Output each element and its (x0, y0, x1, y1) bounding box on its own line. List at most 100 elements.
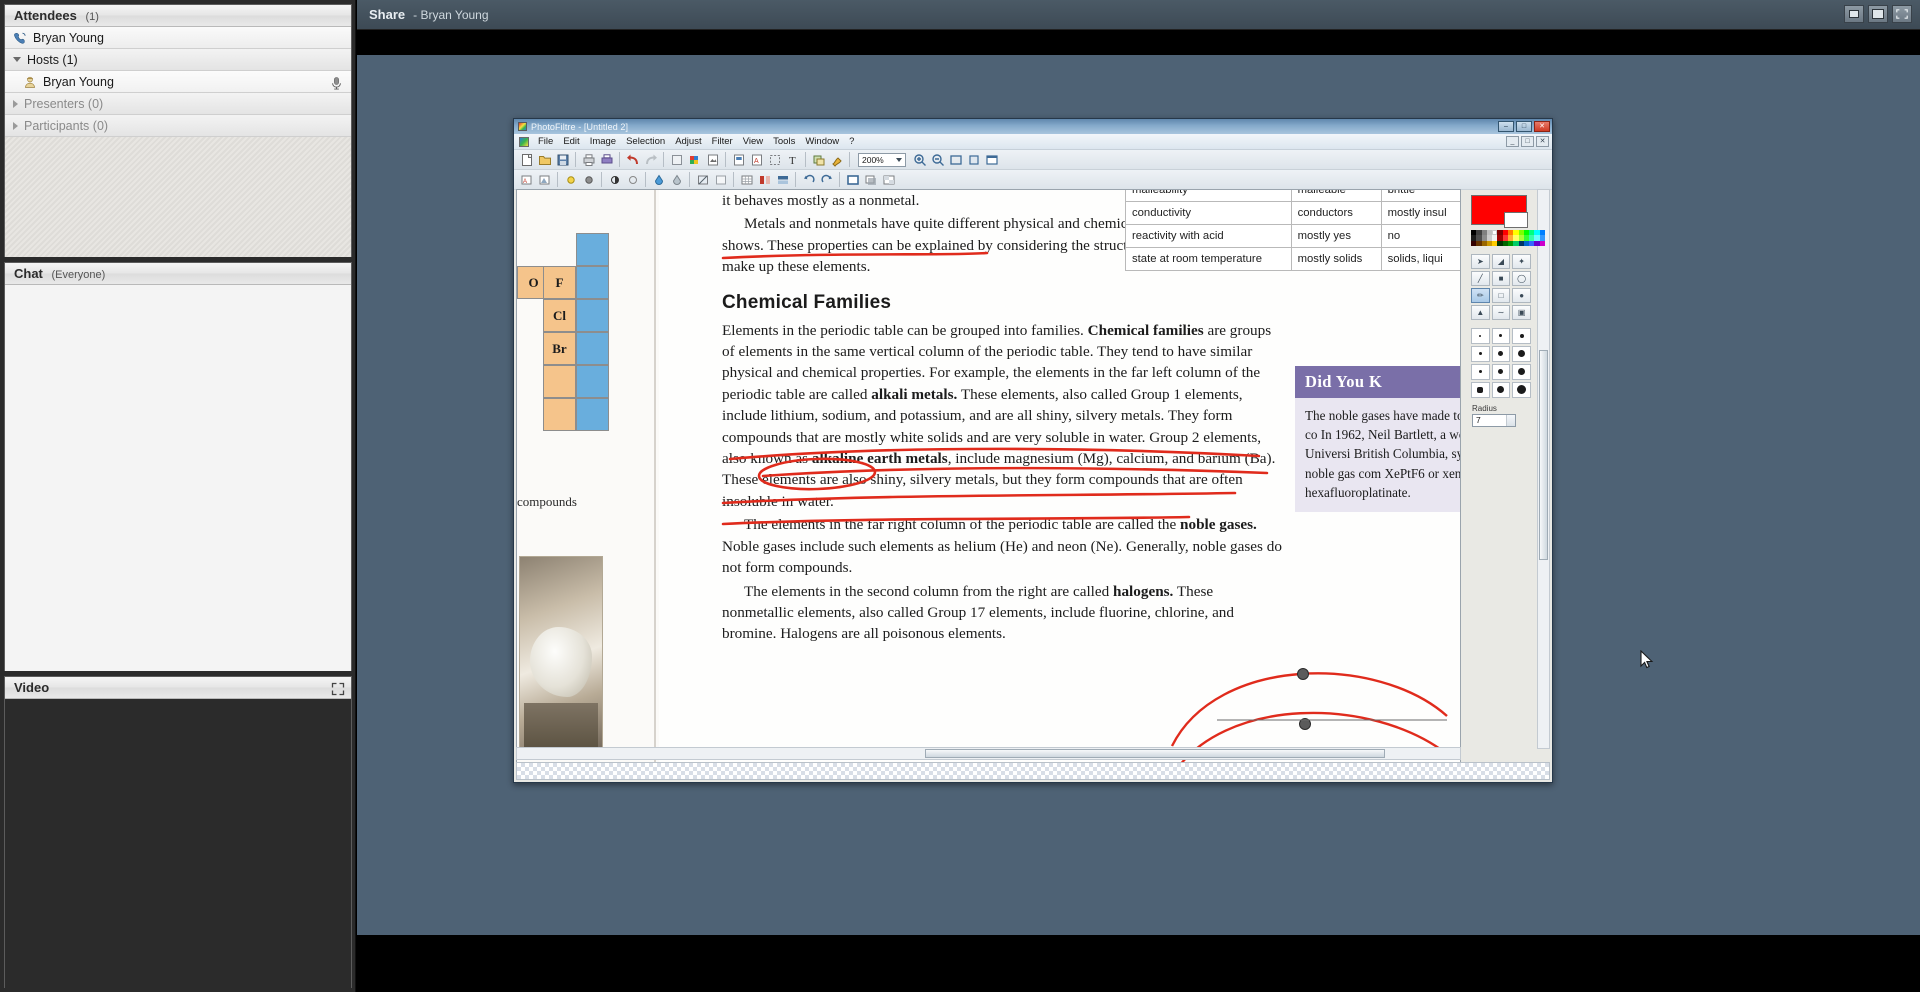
open-icon[interactable] (536, 151, 553, 168)
redo-icon[interactable] (642, 151, 659, 168)
tool-wand-icon[interactable]: ✦ (1512, 253, 1531, 269)
attendee-group-participants[interactable]: Participants (0) (5, 115, 351, 137)
tool-clone-icon[interactable]: ▣ (1512, 304, 1531, 320)
brush-size-4[interactable] (1471, 345, 1490, 362)
save-icon[interactable] (554, 151, 571, 168)
brush-size-2[interactable] (1491, 327, 1511, 344)
fullscreen-icon[interactable] (1892, 5, 1912, 23)
tool-eraser-icon[interactable]: □ (1491, 287, 1511, 303)
maximize-icon[interactable] (1868, 5, 1888, 23)
tool-pointer-icon[interactable]: ➤ (1471, 253, 1490, 269)
menu-view[interactable]: View (738, 134, 768, 150)
brush-size-11[interactable] (1491, 381, 1511, 398)
doc-restore-button[interactable]: □ (1521, 136, 1534, 147)
menu-tools[interactable]: Tools (768, 134, 800, 150)
canvas-horizontal-scrollbar[interactable] (516, 747, 1461, 760)
zoom-out-icon[interactable] (929, 151, 946, 168)
pdf-icon[interactable]: A (748, 151, 765, 168)
transparency-icon[interactable] (880, 171, 897, 188)
menu-edit[interactable]: Edit (558, 134, 584, 150)
attendee-self-row[interactable]: Bryan Young (5, 27, 351, 49)
saturation-plus-icon[interactable] (650, 171, 667, 188)
chevron-down-icon[interactable] (896, 157, 902, 162)
brush-size-10[interactable] (1471, 381, 1490, 398)
radius-input[interactable]: 7 (1472, 413, 1516, 427)
menu-image[interactable]: Image (585, 134, 621, 150)
zoom-field[interactable]: 200% (858, 152, 906, 167)
contrast-plus-icon[interactable] (606, 171, 623, 188)
mirror-h-icon[interactable] (756, 171, 773, 188)
menu-filter[interactable]: Filter (707, 134, 738, 150)
brush-size-1[interactable] (1471, 327, 1490, 344)
print-preview-icon[interactable] (598, 151, 615, 168)
chevron-right-icon[interactable] (13, 121, 18, 130)
tool-line-icon[interactable]: ╱ (1471, 270, 1490, 286)
rotate-right-icon[interactable] (818, 171, 835, 188)
deselect-icon[interactable] (668, 151, 685, 168)
doc-minimize-button[interactable]: _ (1506, 136, 1519, 147)
zoom-fit-icon[interactable] (947, 151, 964, 168)
shadow-icon[interactable] (862, 171, 879, 188)
primary-color-swatch[interactable] (1471, 195, 1528, 228)
chevron-down-icon[interactable] (13, 57, 21, 62)
auto-contrast-icon[interactable]: A (518, 171, 535, 188)
brightness-minus-icon[interactable] (580, 171, 597, 188)
gamma-plus-icon[interactable] (694, 171, 711, 188)
brush-size-5[interactable] (1491, 345, 1511, 362)
brush-size-3[interactable] (1512, 327, 1531, 344)
tool-eyedropper-icon[interactable]: ◢ (1491, 253, 1511, 269)
attendee-group-hosts[interactable]: Hosts (1) (5, 49, 351, 71)
saturation-minus-icon[interactable] (668, 171, 685, 188)
image-adjust-icon[interactable] (704, 151, 721, 168)
text-icon[interactable]: T (784, 151, 801, 168)
brush-size-palette[interactable] (1471, 327, 1531, 398)
zoom-100-icon[interactable] (965, 151, 982, 168)
brightness-plus-icon[interactable] (562, 171, 579, 188)
image-canvas[interactable]: O F Cl Br compounds it behaves mostly as… (516, 189, 1461, 766)
brush-icon[interactable] (828, 151, 845, 168)
menu-window[interactable]: Window (800, 134, 844, 150)
menu-selection[interactable]: Selection (621, 134, 670, 150)
video-stage[interactable] (5, 699, 351, 988)
image-mode-icon[interactable] (730, 151, 747, 168)
restore-icon[interactable] (1844, 5, 1864, 23)
fullscreen-icon[interactable] (983, 151, 1000, 168)
tool-gradient-icon[interactable]: ▲ (1471, 304, 1490, 320)
brush-size-12[interactable] (1512, 381, 1531, 398)
close-button[interactable]: ✕ (1534, 121, 1550, 132)
crop-icon[interactable] (766, 151, 783, 168)
expand-icon[interactable] (331, 681, 345, 696)
tool-paintbrush-icon[interactable]: ✏ (1471, 287, 1490, 303)
rotate-left-icon[interactable] (800, 171, 817, 188)
tool-fill-icon[interactable]: ■ (1491, 270, 1511, 286)
tool-palette[interactable]: ➤ ◢ ✦ ╱ ■ ◯ ✏ □ ● ▲ ∼ ▣ (1471, 253, 1531, 320)
mirror-v-icon[interactable] (774, 171, 791, 188)
new-icon[interactable] (518, 151, 535, 168)
menu-adjust[interactable]: Adjust (670, 134, 706, 150)
auto-levels-icon[interactable] (536, 171, 553, 188)
attendee-group-presenters[interactable]: Presenters (0) (5, 93, 351, 115)
minimize-button[interactable]: – (1498, 121, 1514, 132)
menu-help[interactable]: ? (844, 134, 859, 150)
maximize-button[interactable]: □ (1516, 121, 1532, 132)
brush-size-7[interactable] (1471, 363, 1490, 380)
chevron-right-icon[interactable] (13, 99, 18, 108)
brush-size-6[interactable] (1512, 345, 1531, 362)
menu-file[interactable]: File (533, 134, 558, 150)
tool-blur-icon[interactable]: ● (1512, 287, 1531, 303)
contrast-minus-icon[interactable] (624, 171, 641, 188)
mic-icon[interactable] (330, 75, 343, 90)
doc-close-button[interactable]: ✕ (1536, 136, 1549, 147)
brush-size-9[interactable] (1512, 363, 1531, 380)
frame-icon[interactable] (844, 171, 861, 188)
print-icon[interactable] (580, 151, 597, 168)
tool-smudge-icon[interactable]: ∼ (1491, 304, 1511, 320)
tool-stamp-icon[interactable]: ◯ (1512, 270, 1531, 286)
brush-size-8[interactable] (1491, 363, 1511, 380)
undo-icon[interactable] (624, 151, 641, 168)
zoom-in-icon[interactable] (911, 151, 928, 168)
chat-message-list[interactable] (5, 285, 351, 671)
grid-icon[interactable] (738, 171, 755, 188)
attendee-row-host-bryan-young[interactable]: Bryan Young (5, 71, 351, 93)
layers-icon[interactable] (810, 151, 827, 168)
